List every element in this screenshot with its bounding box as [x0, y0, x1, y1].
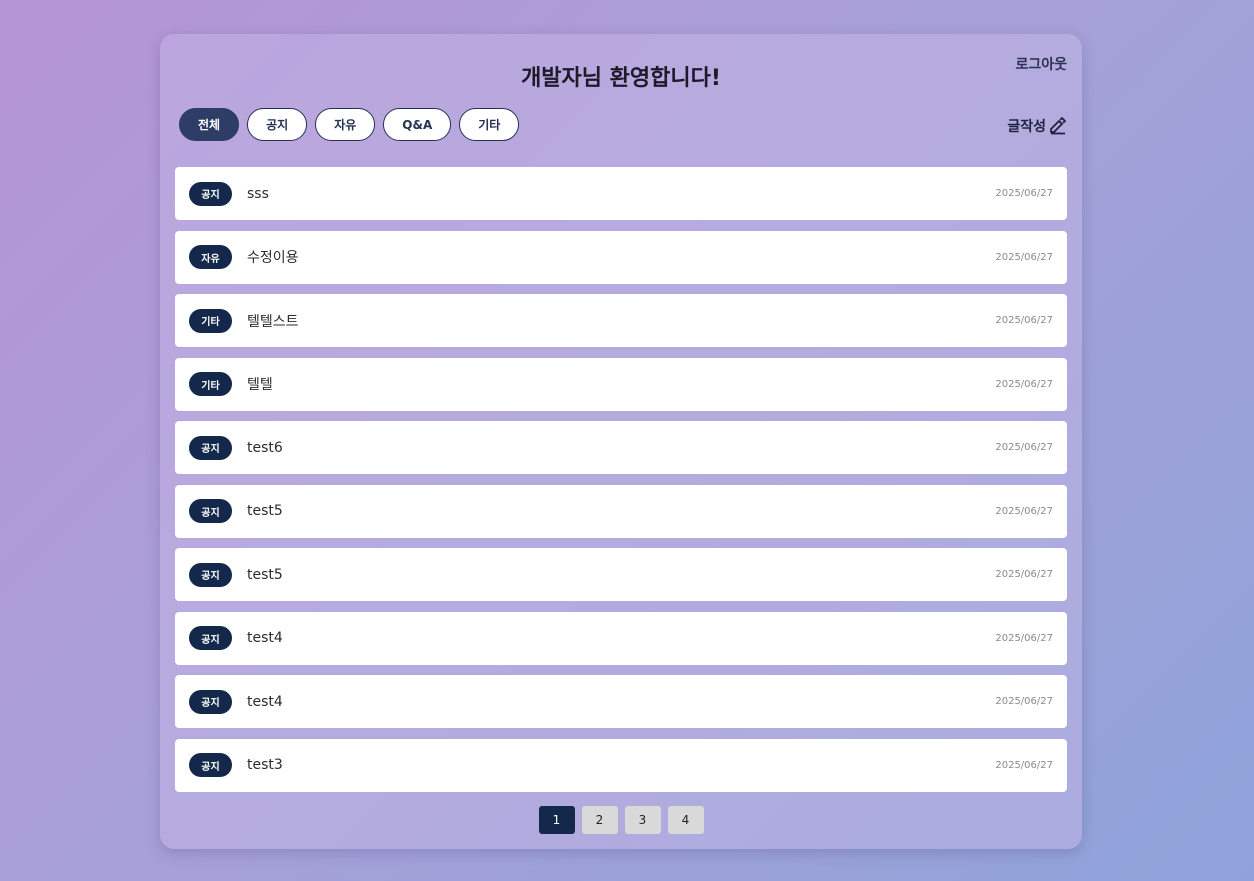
post-title: 수정이용: [247, 250, 299, 266]
edit-icon: [1049, 117, 1067, 135]
post-title: 텔텔스트: [247, 313, 299, 330]
post-title: test4: [247, 693, 283, 710]
post-title: test3: [247, 757, 283, 773]
category-badge: 공지: [189, 562, 232, 587]
post-date: 2025/06/27: [995, 315, 1053, 326]
page-button-2[interactable]: 2: [581, 806, 618, 834]
post-date: 2025/06/27: [995, 505, 1053, 517]
post-date: 2025/06/27: [995, 569, 1053, 580]
tab-free[interactable]: 자유: [315, 108, 376, 141]
category-badge: 자유: [189, 245, 232, 269]
post-date: 2025/06/27: [995, 251, 1053, 263]
category-badge: 공지: [189, 753, 232, 777]
post-date: 2025/06/27: [995, 696, 1053, 707]
post-item[interactable]: 공지 test6 2025/06/27: [175, 421, 1067, 474]
page-button-4[interactable]: 4: [667, 806, 704, 834]
post-date: 2025/06/27: [995, 632, 1053, 644]
post-title: test6: [247, 439, 283, 456]
post-item[interactable]: 공지 test3 2025/06/27: [175, 738, 1067, 792]
category-badge: 공지: [189, 181, 232, 206]
post-date: 2025/06/27: [995, 442, 1053, 453]
post-item[interactable]: 공지 test4 2025/06/27: [175, 675, 1067, 728]
post-item[interactable]: 기타 텔텔 2025/06/27: [175, 357, 1067, 411]
category-badge: 공지: [189, 689, 232, 714]
tab-all[interactable]: 전체: [179, 108, 240, 141]
post-title: test5: [247, 566, 283, 583]
write-post-button[interactable]: 글작성: [1007, 116, 1067, 136]
post-item[interactable]: 자유 수정이용 2025/06/27: [175, 230, 1067, 284]
post-title: 텔텔: [247, 377, 273, 393]
post-title: sss: [247, 185, 269, 202]
pagination: 1 2 3 4: [160, 806, 1082, 834]
logout-button[interactable]: 로그아웃: [1015, 54, 1067, 74]
tab-qna[interactable]: Q&A: [383, 108, 452, 141]
tab-notice[interactable]: 공지: [247, 108, 308, 141]
post-item[interactable]: 공지 sss 2025/06/27: [175, 167, 1067, 220]
post-item[interactable]: 기타 텔텔스트 2025/06/27: [175, 294, 1067, 347]
board-card: 개발자님 환영합니다! 로그아웃 전체 공지 자유 Q&A 기타 글작성 공지 …: [160, 34, 1082, 849]
post-date: 2025/06/27: [995, 759, 1053, 771]
post-item[interactable]: 공지 test4 2025/06/27: [175, 611, 1067, 665]
post-list: 공지 sss 2025/06/27 자유 수정이용 2025/06/27 기타 …: [175, 167, 1067, 802]
page-button-3[interactable]: 3: [624, 806, 661, 834]
page-title: 개발자님 환영합니다!: [521, 66, 721, 91]
category-tabs: 전체 공지 자유 Q&A 기타: [179, 108, 520, 141]
category-badge: 기타: [189, 372, 232, 396]
post-title: test5: [247, 503, 283, 519]
tab-etc[interactable]: 기타: [459, 108, 520, 141]
category-badge: 공지: [189, 499, 232, 523]
category-badge: 공지: [189, 435, 232, 460]
post-item[interactable]: 공지 test5 2025/06/27: [175, 484, 1067, 538]
category-badge: 공지: [189, 626, 232, 650]
post-item[interactable]: 공지 test5 2025/06/27: [175, 548, 1067, 601]
post-date: 2025/06/27: [995, 188, 1053, 199]
post-date: 2025/06/27: [995, 378, 1053, 390]
page-button-1[interactable]: 1: [538, 806, 575, 834]
post-title: test4: [247, 630, 283, 646]
category-badge: 기타: [189, 308, 232, 333]
write-post-label: 글작성: [1007, 119, 1046, 135]
